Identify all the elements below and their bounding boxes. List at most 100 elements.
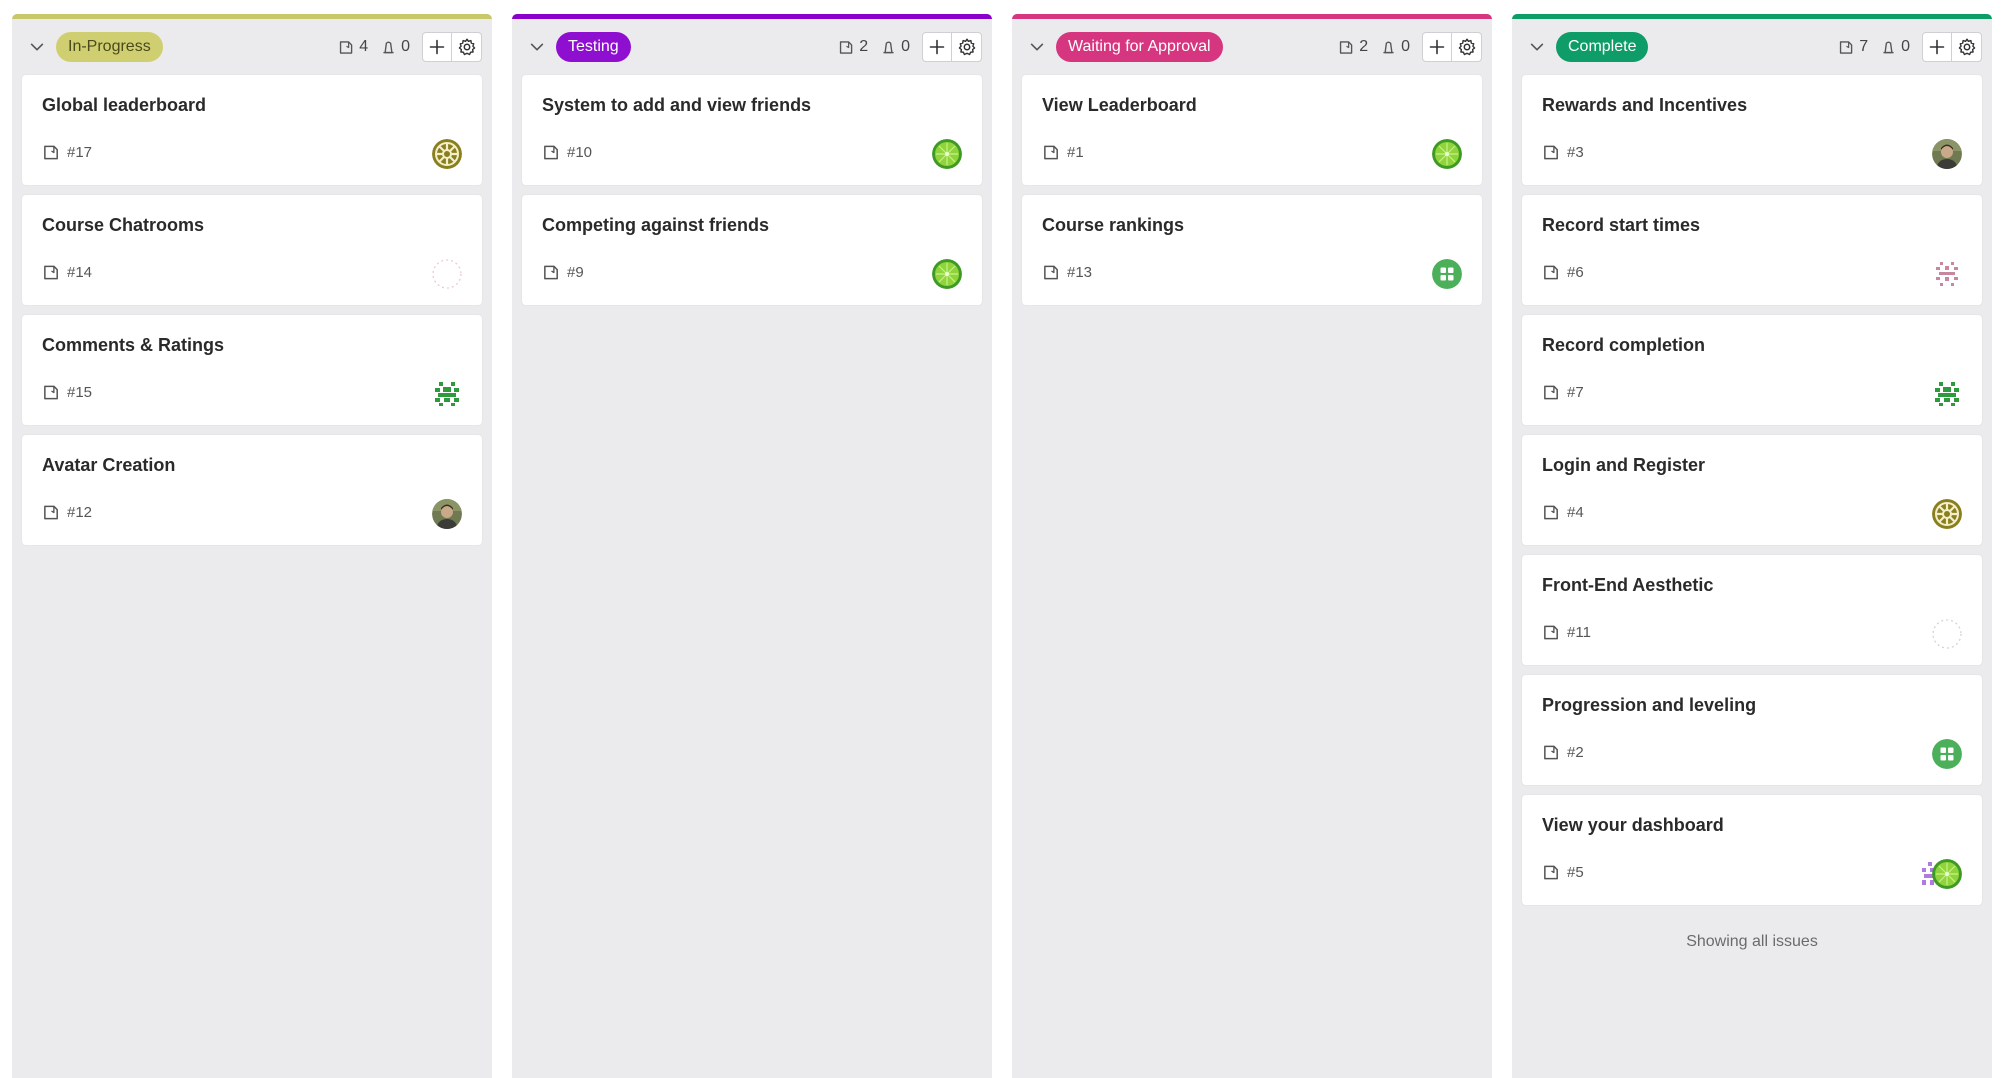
issue-card[interactable]: Comments & Ratings #15 bbox=[22, 315, 482, 425]
card-title: Login and Register bbox=[1542, 455, 1706, 475]
card-title: Global leaderboard bbox=[42, 95, 207, 115]
plus-icon bbox=[927, 37, 947, 57]
issue-card[interactable]: View your dashboard #5 bbox=[1522, 795, 1982, 905]
avatar[interactable] bbox=[432, 139, 462, 169]
issue-number: #1 bbox=[1067, 144, 1084, 161]
card-issue-ref: #4 bbox=[1542, 503, 1584, 522]
add-card-button[interactable] bbox=[1422, 32, 1452, 62]
issue-icon bbox=[1542, 143, 1561, 162]
issue-number: #7 bbox=[1567, 384, 1584, 401]
card-title: Record start times bbox=[1542, 215, 1701, 235]
card-issue-ref: #7 bbox=[1542, 383, 1584, 402]
issue-card[interactable]: Course rankings #13 bbox=[1022, 195, 1482, 305]
issue-card[interactable]: Record completion #7 bbox=[1522, 315, 1982, 425]
card-title: Avatar Creation bbox=[42, 455, 176, 475]
card-issue-ref: #5 bbox=[1542, 863, 1584, 882]
column-header: Waiting for Approval 2 0 bbox=[1012, 19, 1492, 75]
card-title: View your dashboard bbox=[1542, 815, 1724, 835]
pull-request-count-value: 0 bbox=[1901, 38, 1910, 55]
avatar[interactable] bbox=[432, 379, 462, 409]
avatar[interactable] bbox=[932, 139, 962, 169]
pull-request-icon bbox=[1380, 39, 1397, 56]
issue-card[interactable]: Rewards and Incentives #3 bbox=[1522, 75, 1982, 185]
pull-request-icon bbox=[1880, 39, 1897, 56]
status-badge: In-Progress bbox=[56, 32, 163, 62]
issue-icon bbox=[838, 39, 855, 56]
issue-icon bbox=[42, 503, 61, 522]
avatar[interactable] bbox=[1432, 259, 1462, 289]
issue-icon bbox=[338, 39, 355, 56]
plus-icon bbox=[1427, 37, 1447, 57]
avatar[interactable] bbox=[932, 259, 962, 289]
avatar[interactable] bbox=[1932, 379, 1962, 409]
assignee-avatars[interactable] bbox=[1918, 859, 1962, 889]
card-title: Comments & Ratings bbox=[42, 335, 225, 355]
issue-number: #17 bbox=[67, 144, 93, 161]
chevron-down-icon[interactable] bbox=[526, 36, 548, 58]
issue-number: #13 bbox=[1067, 264, 1093, 281]
card-issue-ref: #2 bbox=[1542, 743, 1584, 762]
chevron-down-icon[interactable] bbox=[26, 36, 48, 58]
avatar bbox=[1932, 859, 1962, 889]
card-issue-ref: #12 bbox=[42, 503, 92, 522]
issue-number: #4 bbox=[1567, 504, 1584, 521]
issue-icon bbox=[1542, 503, 1561, 522]
avatar[interactable] bbox=[1932, 259, 1962, 289]
column-settings-button[interactable] bbox=[1452, 32, 1482, 62]
issue-card[interactable]: Front-End Aesthetic #11 bbox=[1522, 555, 1982, 665]
avatar[interactable] bbox=[1432, 139, 1462, 169]
issue-number: #3 bbox=[1567, 144, 1584, 161]
issue-card[interactable]: Avatar Creation #12 bbox=[22, 435, 482, 545]
avatar[interactable] bbox=[1932, 739, 1962, 769]
column-header: In-Progress 4 0 bbox=[12, 19, 492, 75]
add-card-button[interactable] bbox=[422, 32, 452, 62]
issue-count-value: 2 bbox=[859, 38, 869, 55]
chevron-down-icon[interactable] bbox=[1526, 36, 1548, 58]
card-title: Rewards and Incentives bbox=[1542, 95, 1748, 115]
pull-request-count: 0 bbox=[880, 38, 910, 56]
column-settings-button[interactable] bbox=[952, 32, 982, 62]
column-in-progress: In-Progress 4 0 Global leaderboard #17 Course… bbox=[12, 14, 492, 1078]
status-badge: Complete bbox=[1556, 32, 1649, 62]
add-card-button[interactable] bbox=[922, 32, 952, 62]
issue-number: #5 bbox=[1567, 864, 1584, 881]
issue-card[interactable]: System to add and view friends #10 bbox=[522, 75, 982, 185]
plus-icon bbox=[427, 37, 447, 57]
issue-card[interactable]: Competing against friends #9 bbox=[522, 195, 982, 305]
avatar[interactable] bbox=[1932, 139, 1962, 169]
issue-card[interactable]: Course Chatrooms #14 bbox=[22, 195, 482, 305]
card-title: Competing against friends bbox=[542, 215, 770, 235]
avatar[interactable] bbox=[432, 259, 462, 289]
avatar[interactable] bbox=[432, 499, 462, 529]
avatar[interactable] bbox=[1932, 499, 1962, 529]
column-testing: Testing 2 0 System to add and view friends #… bbox=[512, 14, 992, 1078]
avatar[interactable] bbox=[1932, 619, 1962, 649]
issue-card[interactable]: Global leaderboard #17 bbox=[22, 75, 482, 185]
add-card-button[interactable] bbox=[1922, 32, 1952, 62]
issue-icon bbox=[1338, 39, 1355, 56]
chevron-down-icon[interactable] bbox=[1026, 36, 1048, 58]
card-issue-ref: #17 bbox=[42, 143, 92, 162]
issue-icon bbox=[1542, 623, 1561, 642]
issue-number: #12 bbox=[67, 504, 93, 521]
issue-card[interactable]: Login and Register #4 bbox=[1522, 435, 1982, 545]
issue-card[interactable]: Record start times #6 bbox=[1522, 195, 1982, 305]
card-list: View Leaderboard #1 Course rankings #13 bbox=[1012, 75, 1492, 305]
issue-count: 7 bbox=[1838, 38, 1868, 56]
card-issue-ref: #10 bbox=[542, 143, 592, 162]
card-list: Global leaderboard #17 Course Chatrooms #14… bbox=[12, 75, 492, 545]
issue-number: #9 bbox=[567, 264, 584, 281]
issue-icon bbox=[542, 263, 561, 282]
column-settings-button[interactable] bbox=[452, 32, 482, 62]
pull-request-count-value: 0 bbox=[1401, 38, 1410, 55]
gear-icon bbox=[457, 37, 477, 57]
column-settings-button[interactable] bbox=[1952, 32, 1982, 62]
issue-icon bbox=[1042, 143, 1061, 162]
issue-card[interactable]: View Leaderboard #1 bbox=[1022, 75, 1482, 185]
issue-number: #11 bbox=[1567, 624, 1591, 641]
column-header: Complete 7 0 bbox=[1512, 19, 1992, 75]
card-issue-ref: #1 bbox=[1042, 143, 1084, 162]
plus-icon bbox=[1927, 37, 1947, 57]
card-list: Rewards and Incentives #3 Record start tim… bbox=[1512, 75, 1992, 905]
issue-card[interactable]: Progression and leveling #2 bbox=[1522, 675, 1982, 785]
